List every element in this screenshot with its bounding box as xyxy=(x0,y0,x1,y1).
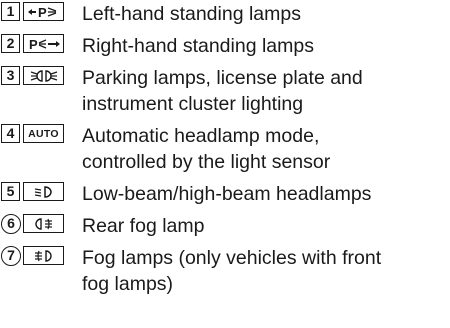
item-description: Right-hand standing lamps xyxy=(82,35,314,57)
item-number: 3 xyxy=(1,66,20,85)
item-number: 5 xyxy=(1,182,20,201)
item-description: Rear fog lamp xyxy=(82,215,205,237)
item-number: 2 xyxy=(1,34,20,53)
item-description: Left-hand standing lamps xyxy=(82,3,301,25)
item-number: 1 xyxy=(1,2,20,21)
svg-text:P: P xyxy=(38,5,47,19)
low-beam-icon xyxy=(23,182,64,201)
front-fog-lamp-icon xyxy=(23,246,64,265)
item-description: Automatic headlamp mode, controlled by t… xyxy=(82,125,331,173)
rear-fog-lamp-icon xyxy=(23,214,64,233)
parking-lamp-icon xyxy=(23,66,64,85)
right-standing-lamp-icon: P xyxy=(23,34,64,53)
svg-text:P: P xyxy=(29,37,38,51)
item-number: 6 xyxy=(1,214,21,234)
item-number: 7 xyxy=(1,246,21,266)
item-description: Parking lamps, license plate and instrum… xyxy=(82,67,363,115)
item-description: Fog lamps (only vehicles with front fog … xyxy=(82,247,382,295)
auto-mode-label: AUTO xyxy=(23,124,64,143)
item-description: Low-beam/high-beam headlamps xyxy=(82,183,372,205)
left-standing-lamp-icon: P xyxy=(23,2,64,21)
item-number: 4 xyxy=(1,124,20,143)
